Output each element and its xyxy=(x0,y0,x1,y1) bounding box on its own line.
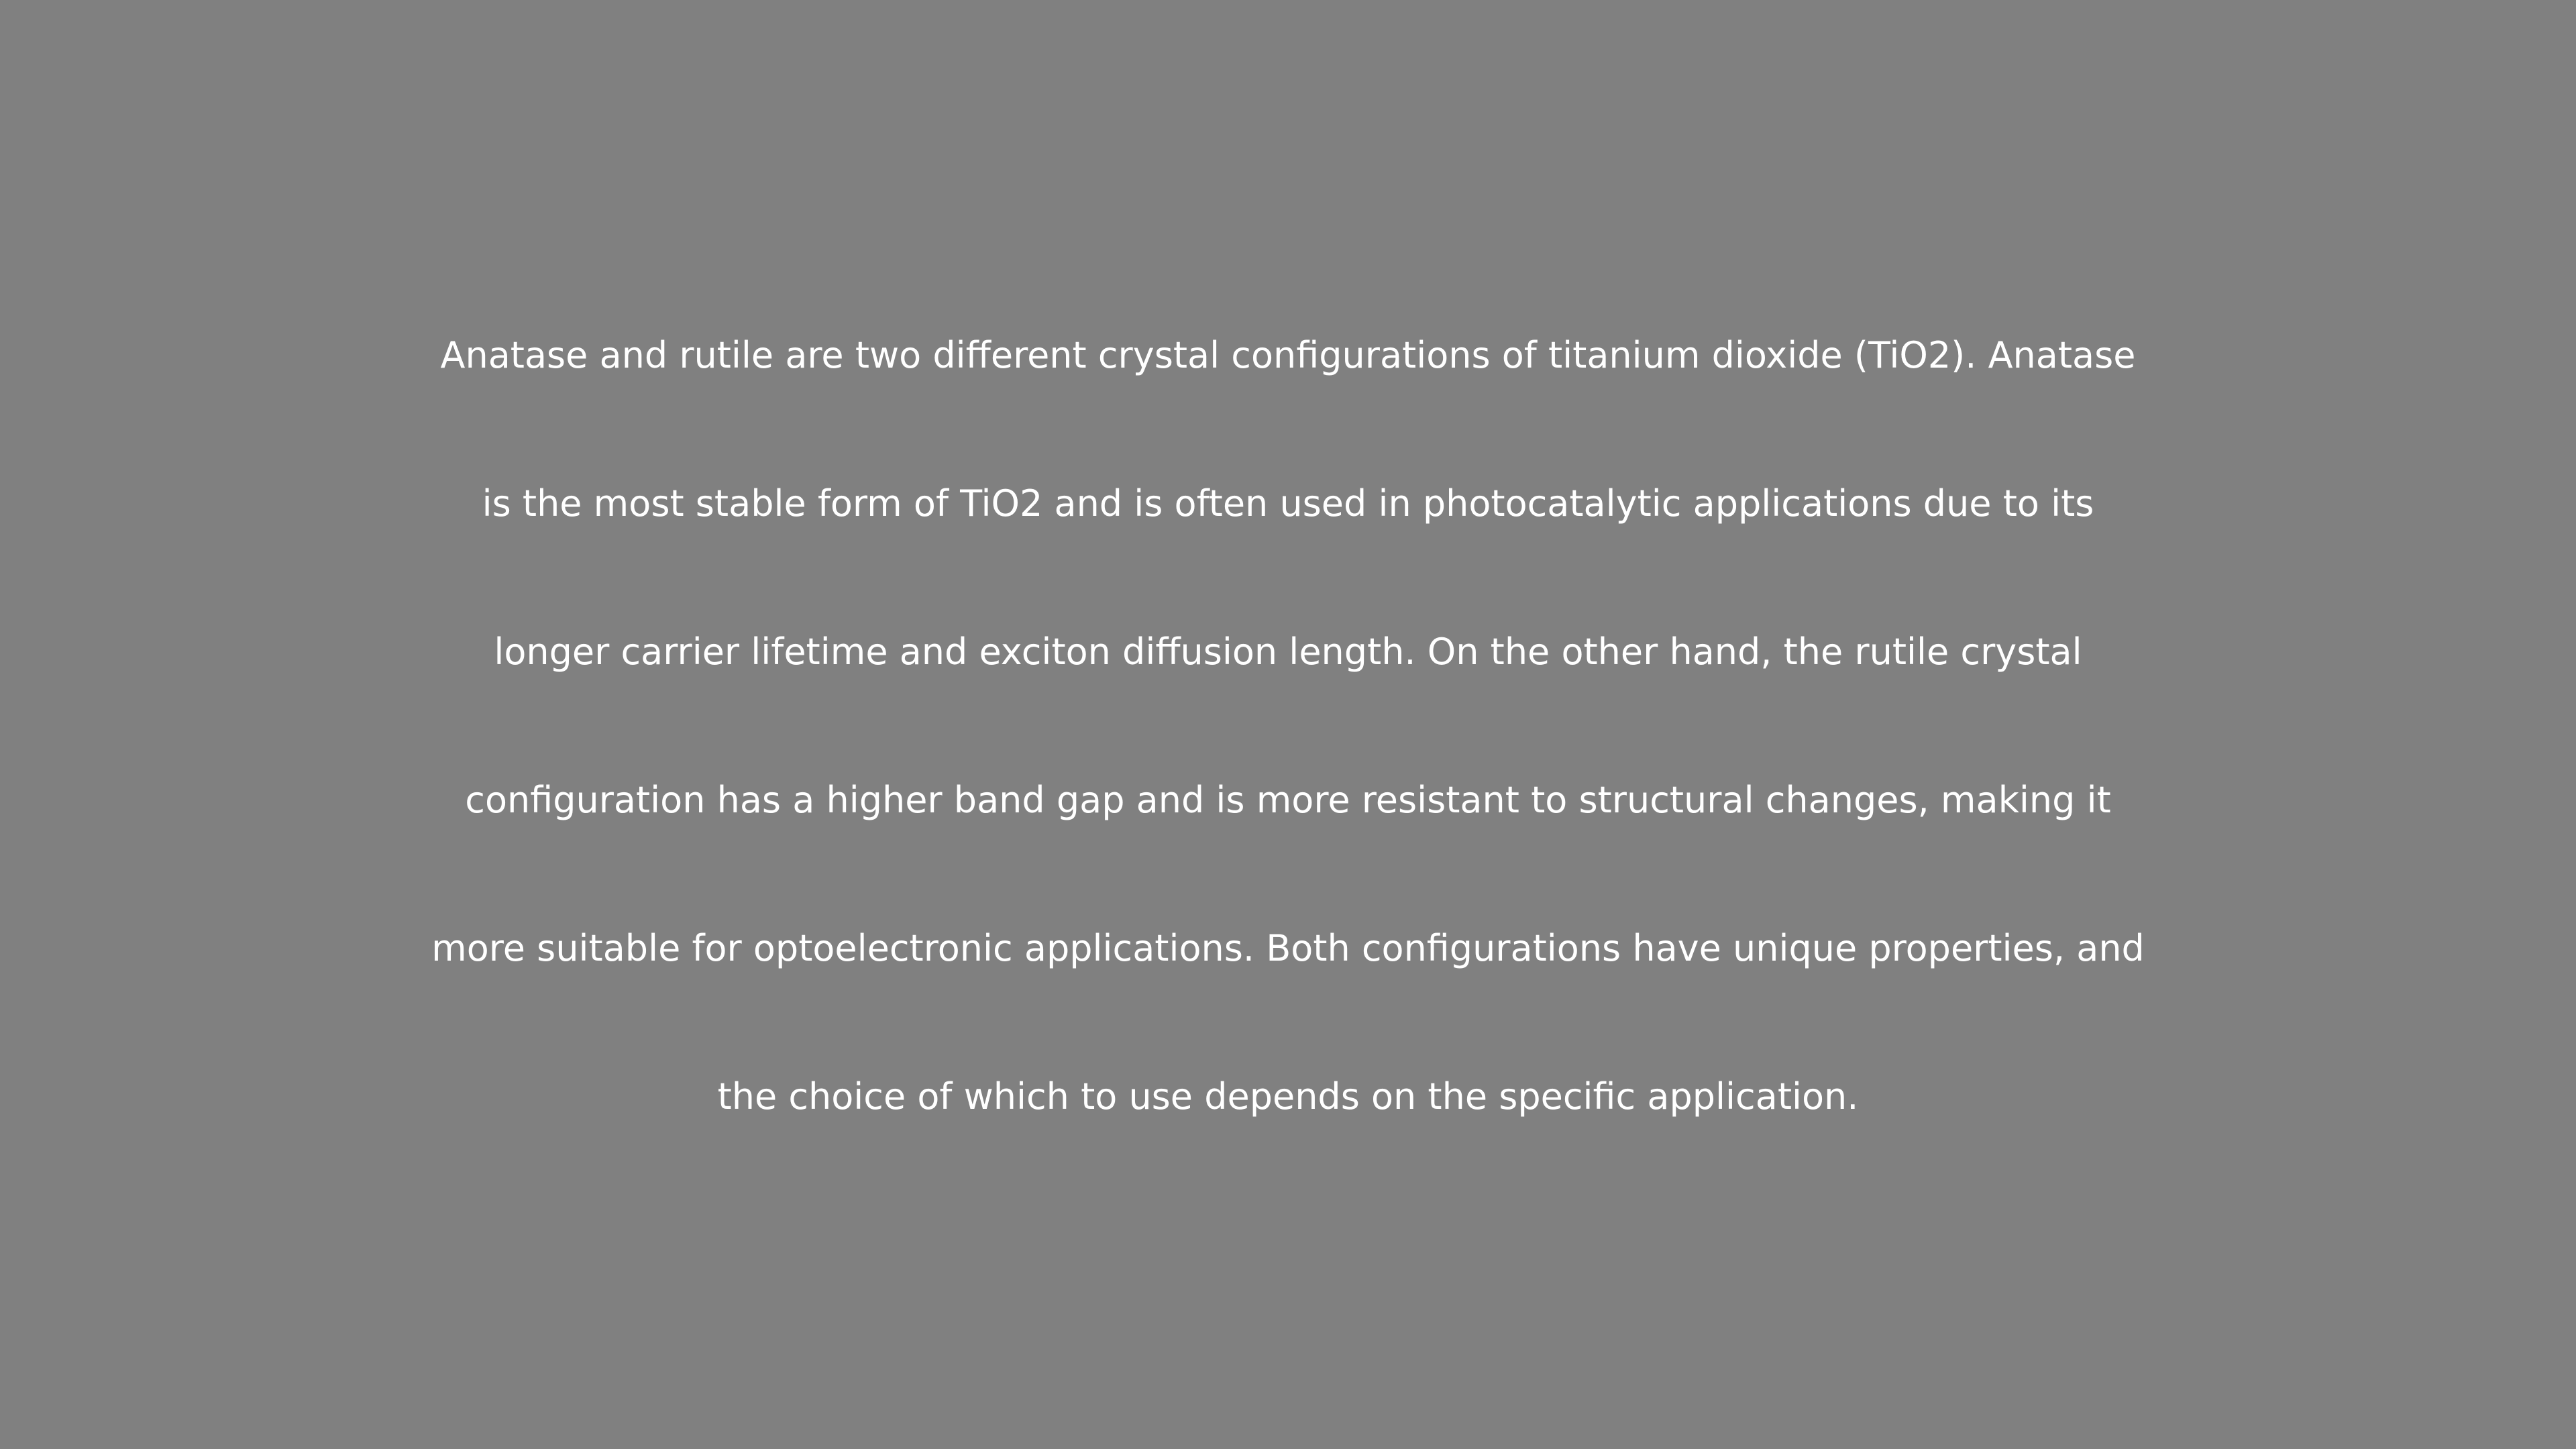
paragraph-line: is the most stable form of TiO2 and is o… xyxy=(482,482,2094,525)
paragraph-text: Anatase and rutile are two different cry… xyxy=(0,0,2576,1449)
slide-canvas: Anatase and rutile are two different cry… xyxy=(0,0,2576,1449)
paragraph-line: Anatase and rutile are two different cry… xyxy=(440,334,2136,376)
paragraph-line: the choice of which to use depends on th… xyxy=(717,1075,1859,1118)
paragraph-line: configuration has a higher band gap and … xyxy=(465,779,2111,821)
paragraph-line: more suitable for optoelectronic applica… xyxy=(431,927,2145,969)
paragraph-line: longer carrier lifetime and exciton diff… xyxy=(494,631,2082,673)
